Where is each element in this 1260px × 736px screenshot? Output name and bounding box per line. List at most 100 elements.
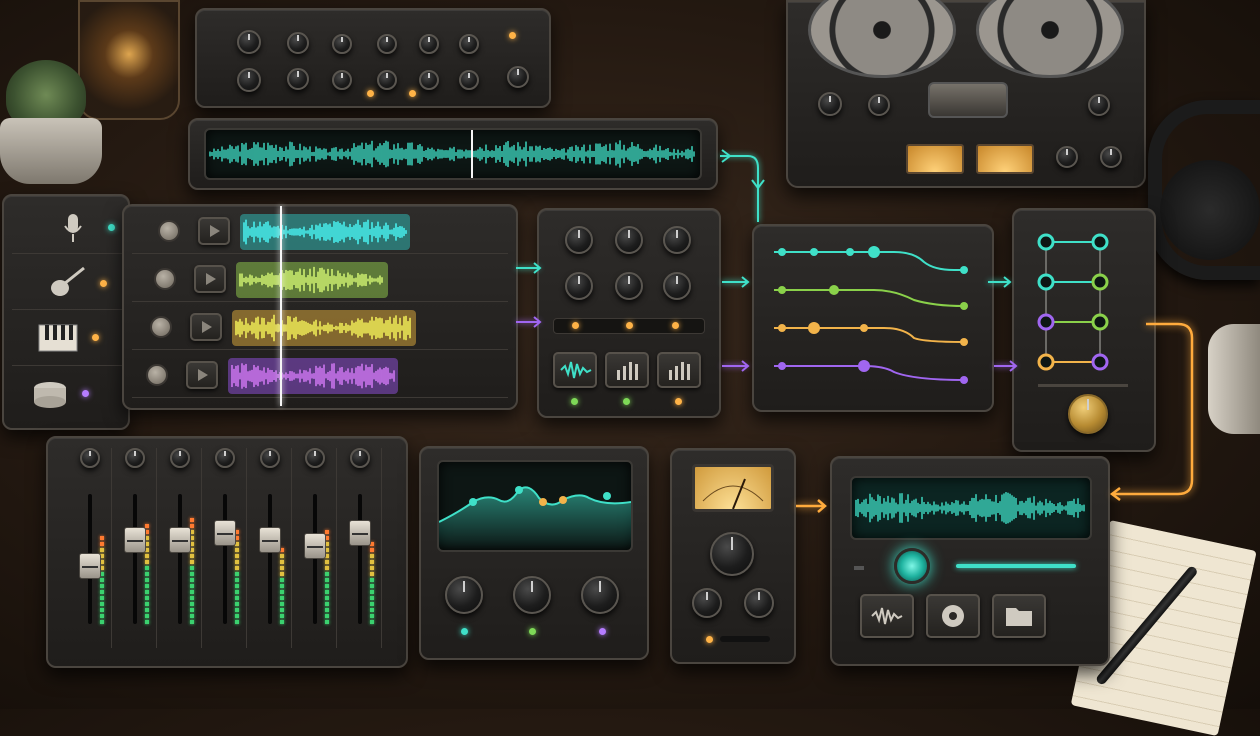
channel-fader[interactable] (214, 520, 236, 546)
instrument-slot-drum[interactable] (12, 368, 122, 422)
fx-knob[interactable] (663, 272, 691, 300)
tape-knob[interactable] (818, 92, 842, 116)
meter-segment (325, 619, 329, 624)
meter-segment (370, 608, 374, 612)
track-mute-button[interactable] (146, 364, 168, 386)
eq-node[interactable] (539, 498, 547, 506)
track-play-button[interactable] (190, 313, 222, 341)
mixer-channel (115, 448, 157, 648)
fx-knob[interactable] (565, 272, 593, 300)
vu-meter (692, 464, 774, 512)
rack-knob[interactable] (332, 34, 352, 54)
track-play-button[interactable] (186, 361, 218, 389)
rack-knob[interactable] (377, 34, 397, 54)
channel-pan-knob[interactable] (350, 448, 370, 468)
routing-gold-knob[interactable] (1068, 394, 1108, 434)
rack-knob[interactable] (237, 68, 261, 92)
track-mute-button[interactable] (154, 268, 176, 290)
fx-knob[interactable] (615, 226, 643, 254)
rack-knob[interactable] (459, 70, 479, 90)
tape-knob[interactable] (1100, 146, 1122, 168)
eq-node[interactable] (515, 486, 523, 494)
rack-knob[interactable] (459, 34, 479, 54)
channel-fader[interactable] (259, 526, 281, 553)
tape-knob[interactable] (1056, 146, 1078, 168)
channel-fader[interactable] (169, 526, 191, 553)
fx-knob[interactable] (615, 272, 643, 300)
meter-segment (190, 518, 194, 522)
mixer-panel (46, 436, 408, 668)
rack-knob[interactable] (287, 68, 309, 90)
channel-pan-knob[interactable] (80, 448, 100, 468)
rack-unit (195, 8, 551, 108)
meter-segment (190, 578, 194, 582)
meter-segment (145, 578, 149, 582)
eq-knob[interactable] (445, 576, 483, 614)
output-screen (850, 476, 1092, 540)
eq-node[interactable] (559, 496, 567, 504)
rack-knob[interactable] (419, 70, 439, 90)
transport-button[interactable] (860, 594, 914, 638)
channel-pan-knob[interactable] (260, 448, 280, 468)
track-mute-button[interactable] (150, 316, 172, 338)
output-slider-track[interactable] (956, 564, 1076, 568)
instrument-slot-piano[interactable] (12, 312, 122, 366)
compressor-slider[interactable] (720, 636, 770, 642)
meter-segment (325, 583, 329, 588)
fx-button[interactable] (657, 352, 701, 388)
rack-knob[interactable] (507, 66, 529, 88)
master-waveform-panel (188, 118, 718, 190)
rack-knob[interactable] (237, 30, 261, 54)
channel-fader[interactable] (349, 520, 371, 546)
eq-knob[interactable] (581, 576, 619, 614)
level-meter (370, 540, 374, 624)
channel-pan-knob[interactable] (125, 448, 145, 468)
eq-node[interactable] (469, 498, 477, 506)
instrument-slot-guitar[interactable] (12, 256, 122, 310)
transport-button[interactable] (992, 594, 1046, 638)
compressor-knob[interactable] (692, 588, 722, 618)
rack-knob[interactable] (332, 70, 352, 90)
track-waveform (239, 266, 383, 294)
coffee-mug (1208, 324, 1260, 434)
rack-knob[interactable] (287, 32, 309, 54)
transport-button[interactable] (926, 594, 980, 638)
channel-pan-knob[interactable] (305, 448, 325, 468)
track-play-button[interactable] (194, 265, 226, 293)
channel-pan-knob[interactable] (170, 448, 190, 468)
track-play-button[interactable] (198, 217, 230, 245)
tape-knob[interactable] (868, 94, 890, 116)
channel-fader[interactable] (79, 552, 101, 579)
eq-knob[interactable] (513, 576, 551, 614)
channel-fader[interactable] (304, 533, 326, 559)
tape-reel-right[interactable] (976, 0, 1124, 78)
record-button[interactable] (894, 548, 930, 584)
automation-lanes (774, 246, 968, 384)
track-waveform (231, 363, 395, 389)
meter-segment (370, 614, 374, 618)
track-row (132, 210, 508, 254)
instrument-panel (2, 194, 130, 430)
routing-divider (1038, 384, 1128, 387)
fx-button[interactable] (605, 352, 649, 388)
compressor-panel (670, 448, 796, 664)
tape-reel-left[interactable] (808, 0, 956, 78)
rack-led (509, 32, 516, 39)
compressor-knob[interactable] (744, 588, 774, 618)
tape-knob[interactable] (1088, 94, 1110, 116)
channel-fader[interactable] (124, 526, 146, 553)
compressor-main-knob[interactable] (710, 532, 754, 576)
track-playhead[interactable] (280, 206, 282, 406)
channel-pan-knob[interactable] (215, 448, 235, 468)
instrument-slot-microphone[interactable] (12, 202, 122, 254)
rack-knob[interactable] (419, 34, 439, 54)
rack-knob[interactable] (377, 70, 397, 90)
fx-slider-track[interactable] (553, 318, 705, 334)
meter-segment (370, 590, 374, 594)
fx-button[interactable] (553, 352, 597, 388)
rack-led (409, 90, 416, 97)
track-mute-button[interactable] (158, 220, 180, 242)
fx-knob[interactable] (663, 226, 691, 254)
fx-knob[interactable] (565, 226, 593, 254)
eq-node[interactable] (603, 492, 611, 500)
